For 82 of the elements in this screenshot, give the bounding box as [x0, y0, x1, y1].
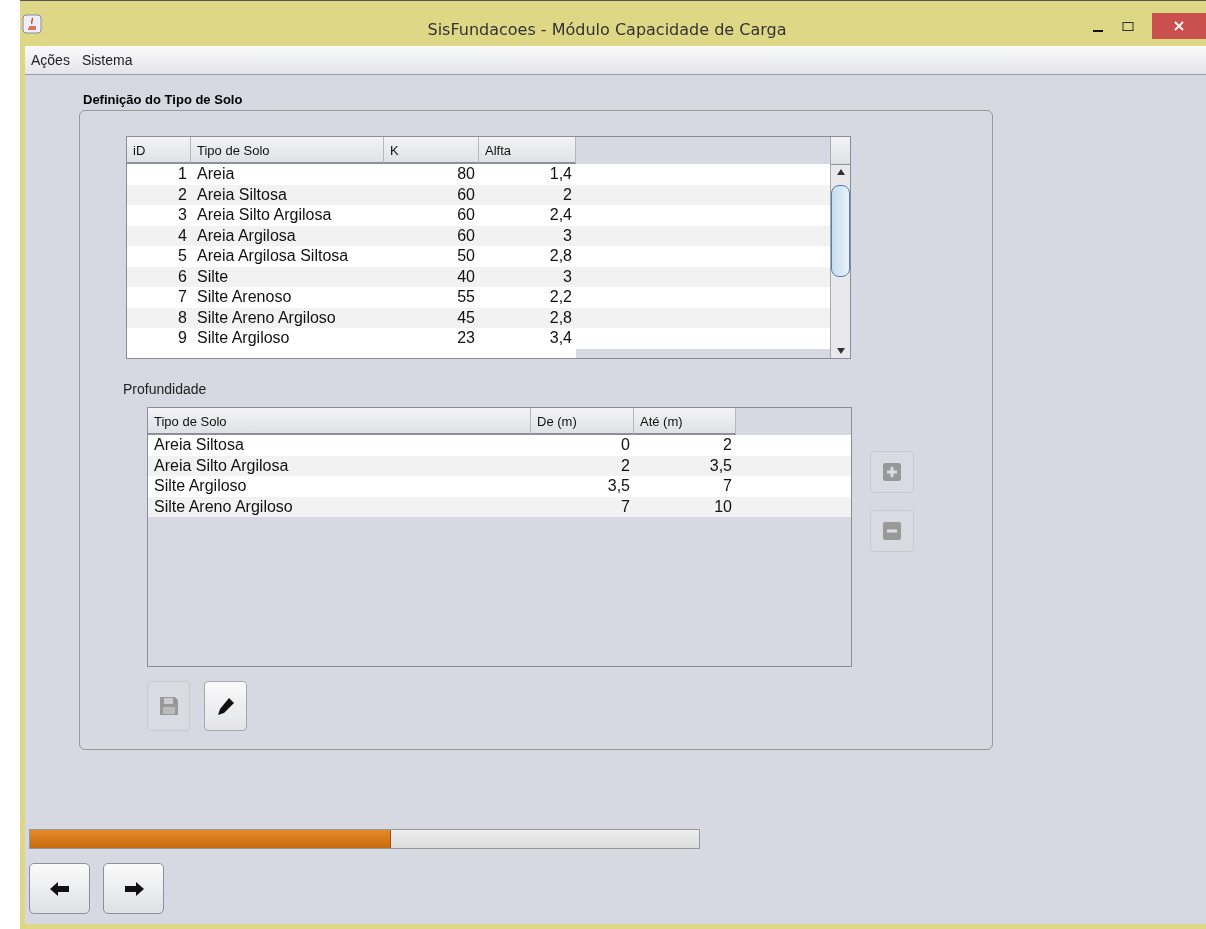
- table-cell-text: 7: [620, 496, 631, 517]
- table-cell-text: 55: [456, 287, 476, 307]
- table-cell-text: Areia Silto Argilosa: [153, 455, 290, 476]
- table-cell-text: 50: [456, 246, 476, 266]
- table-cell-text: Areia Silto Argilosa: [196, 205, 333, 225]
- table-cell-text: Areia: [196, 164, 236, 184]
- table-row[interactable]: 6 Silte 40 3: [127, 266, 830, 287]
- column-header[interactable]: De (m): [531, 408, 634, 435]
- table-cell-text: Silte Areno Argiloso: [196, 307, 337, 328]
- table-cell-text: 2: [562, 184, 573, 205]
- scrollbar[interactable]: [830, 137, 850, 358]
- table-cell-text: 1,4: [548, 164, 573, 184]
- table-cell-text: Areia Argilosa: [196, 225, 297, 246]
- table-cell-text: 2: [722, 435, 733, 455]
- menu-item[interactable]: Sistema: [81, 52, 133, 68]
- column-header[interactable]: Até (m): [634, 408, 736, 435]
- table-cell-text: 3,4: [548, 328, 573, 348]
- maximize-icon[interactable]: [1122, 21, 1134, 33]
- table-cell-text: 9: [177, 328, 188, 348]
- table-cell-text: 3: [562, 225, 573, 246]
- table-cell-text: 0: [620, 435, 631, 455]
- table-cell-text: 3,5: [606, 476, 631, 496]
- table-cell-text: 60: [456, 205, 476, 225]
- panel-title: Definição do Tipo de Solo: [83, 92, 244, 107]
- right-arrow-icon: [123, 880, 144, 897]
- table-cell-text: 2: [177, 184, 188, 205]
- table-row[interactable]: Areia Siltosa 0 2: [148, 435, 851, 456]
- table-cell-text: 2,8: [548, 246, 573, 266]
- table-cell-text: 60: [456, 184, 476, 205]
- table-cell-text: Areia Argilosa Siltosa: [196, 246, 350, 266]
- back-button[interactable]: [29, 863, 90, 914]
- pencil-icon: [215, 696, 236, 716]
- table-cell-text: 2,4: [548, 205, 573, 225]
- table-cell-text: Silte Arenoso: [196, 287, 293, 307]
- table-cell-text: 6: [177, 266, 188, 287]
- table-cell-text: Silte Argiloso: [196, 328, 291, 348]
- table-cell-text: Areia Siltosa: [153, 435, 245, 455]
- close-button[interactable]: [1152, 13, 1206, 39]
- table-cell-text: 1: [177, 164, 188, 184]
- table-cell-text: Silte Argiloso: [153, 476, 248, 496]
- table-cell-text: 40: [456, 266, 476, 287]
- minus-icon: [883, 522, 901, 540]
- column-header[interactable]: Alfta: [479, 137, 576, 164]
- column-header[interactable]: Tipo de Solo: [148, 408, 531, 435]
- menu-item[interactable]: Ações: [31, 52, 70, 68]
- column-header[interactable]: K: [384, 137, 479, 164]
- table-cell-text: 4: [177, 225, 188, 246]
- table-cell-text: 60: [456, 225, 476, 246]
- java-app-icon: [22, 13, 42, 34]
- table-cell-text: 8: [177, 307, 188, 328]
- table-cell-text: 45: [456, 307, 476, 328]
- table-row[interactable]: Silte Argiloso 3,5 7: [148, 476, 851, 497]
- forward-button[interactable]: [103, 863, 164, 914]
- window-title: SisFundacoes - Módulo Capacidade de Carga: [426, 20, 788, 39]
- table-cell-text: 80: [456, 164, 476, 184]
- scroll-thumb[interactable]: [831, 185, 850, 277]
- table-cell-text: 2: [620, 455, 631, 476]
- table-row[interactable]: Areia Silto Argilosa 2 3,5: [148, 455, 851, 476]
- plus-icon: [883, 463, 901, 481]
- table-row[interactable]: Silte Areno Argiloso 7 10: [148, 496, 851, 517]
- table-cell-text: 2,2: [548, 287, 573, 307]
- column-header[interactable]: iD: [127, 137, 191, 164]
- table-cell-text: 23: [456, 328, 476, 348]
- close-icon: [1173, 20, 1185, 32]
- table-cell-text: 3,5: [708, 455, 733, 476]
- column-header[interactable]: Tipo de Solo: [191, 137, 384, 164]
- table-row[interactable]: 2 Areia Siltosa 60 2: [127, 184, 830, 205]
- table-cell-text: Areia Siltosa: [196, 184, 288, 205]
- table-cell-text: 7: [177, 287, 188, 307]
- table-cell-text: 3: [177, 205, 188, 225]
- section-label: Profundidade: [123, 381, 208, 397]
- table-cell-text: 2,8: [548, 307, 573, 328]
- left-arrow-icon: [49, 880, 70, 897]
- table-row[interactable]: 8 Silte Areno Argiloso 45 2,8: [127, 307, 830, 328]
- table-cell-text: 7: [722, 476, 733, 496]
- table-cell-text: Silte Areno Argiloso: [153, 496, 294, 517]
- table-cell-text: 3: [562, 266, 573, 287]
- table-row[interactable]: 4 Areia Argilosa 60 3: [127, 225, 830, 246]
- edit-button[interactable]: [204, 681, 247, 731]
- table-cell-text: Silte: [196, 266, 230, 287]
- table-cell-text: 10: [713, 496, 733, 517]
- table-cell-text: 5: [177, 246, 188, 266]
